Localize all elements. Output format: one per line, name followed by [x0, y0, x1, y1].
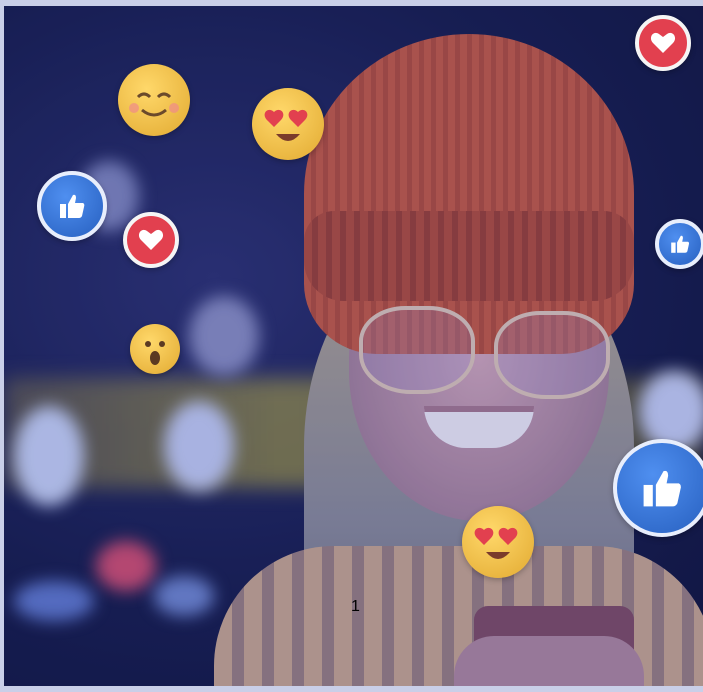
- image-frame: 1: [0, 0, 703, 692]
- like-reaction-icon: [613, 439, 703, 537]
- surprised-emoji-icon: [130, 324, 180, 374]
- heart-reaction-icon: [635, 15, 691, 71]
- like-reaction-icon: [37, 171, 107, 241]
- glasses-left-lens: [359, 306, 475, 394]
- hand: [454, 636, 644, 686]
- glasses-right-lens: [494, 311, 610, 399]
- page-number: 1: [351, 598, 360, 615]
- bokeh-light: [14, 581, 94, 621]
- bokeh-light: [154, 576, 214, 616]
- beanie-brim: [304, 211, 634, 301]
- bokeh-light: [164, 401, 234, 491]
- like-reaction-icon: [655, 219, 703, 269]
- bokeh-light: [14, 406, 84, 506]
- photo-woman-with-phone: [4, 6, 703, 686]
- heart-eyes-emoji-icon: [252, 88, 324, 160]
- beanie-hat: [304, 34, 634, 354]
- bokeh-light: [189, 296, 259, 376]
- smiling-emoji-icon: [118, 64, 190, 136]
- heart-reaction-icon: [123, 212, 179, 268]
- heart-eyes-emoji-icon: [462, 506, 534, 578]
- bokeh-light: [96, 541, 156, 591]
